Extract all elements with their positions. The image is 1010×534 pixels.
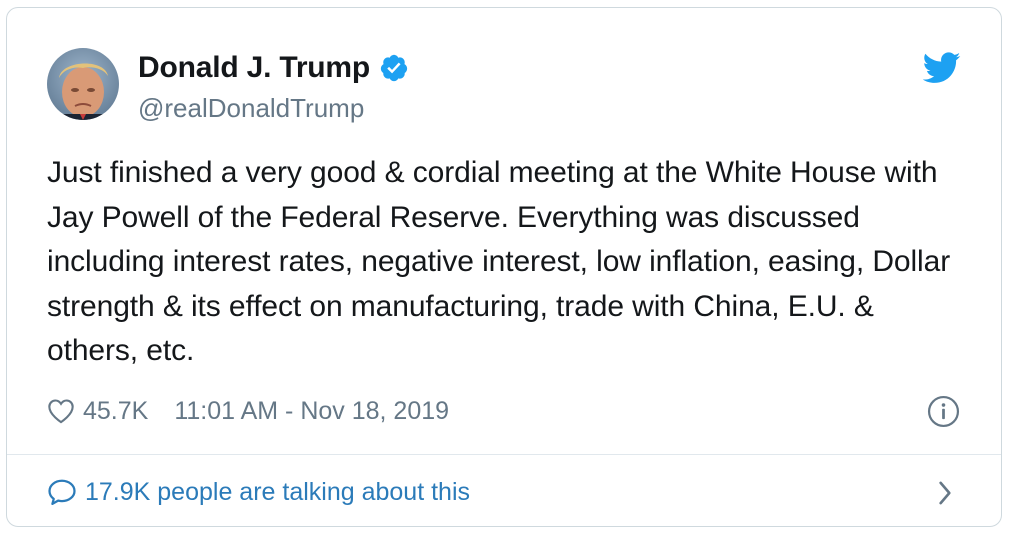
- author-display-name[interactable]: Donald J. Trump: [138, 50, 370, 86]
- heart-icon[interactable]: [47, 398, 75, 424]
- author-handle[interactable]: @realDonaldTrump: [138, 92, 364, 124]
- tweet-card[interactable]: Donald J. Trump @realDonaldTrump Just fi…: [6, 7, 1002, 527]
- speech-bubble-icon: [48, 479, 76, 505]
- avatar[interactable]: [47, 48, 119, 120]
- author-name-row[interactable]: Donald J. Trump: [138, 50, 409, 86]
- conversation-link[interactable]: 17.9K people are talking about this: [47, 474, 470, 510]
- timestamp[interactable]: 11:01 AM - Nov 18, 2019: [174, 397, 449, 426]
- twitter-bird-icon[interactable]: [923, 52, 961, 84]
- verified-badge-icon: [380, 54, 408, 82]
- conversation-label[interactable]: 17.9K people are talking about this: [85, 478, 470, 507]
- info-icon[interactable]: [927, 395, 960, 428]
- tweet-text: Just finished a very good & cordial meet…: [47, 156, 951, 367]
- tweet-meta: 45.7K 11:01 AM - Nov 18, 2019: [47, 394, 449, 428]
- like-count[interactable]: 45.7K: [83, 397, 148, 426]
- chevron-right-icon[interactable]: [937, 480, 953, 506]
- divider: [7, 454, 1001, 455]
- profile-photo-icon: [47, 48, 119, 120]
